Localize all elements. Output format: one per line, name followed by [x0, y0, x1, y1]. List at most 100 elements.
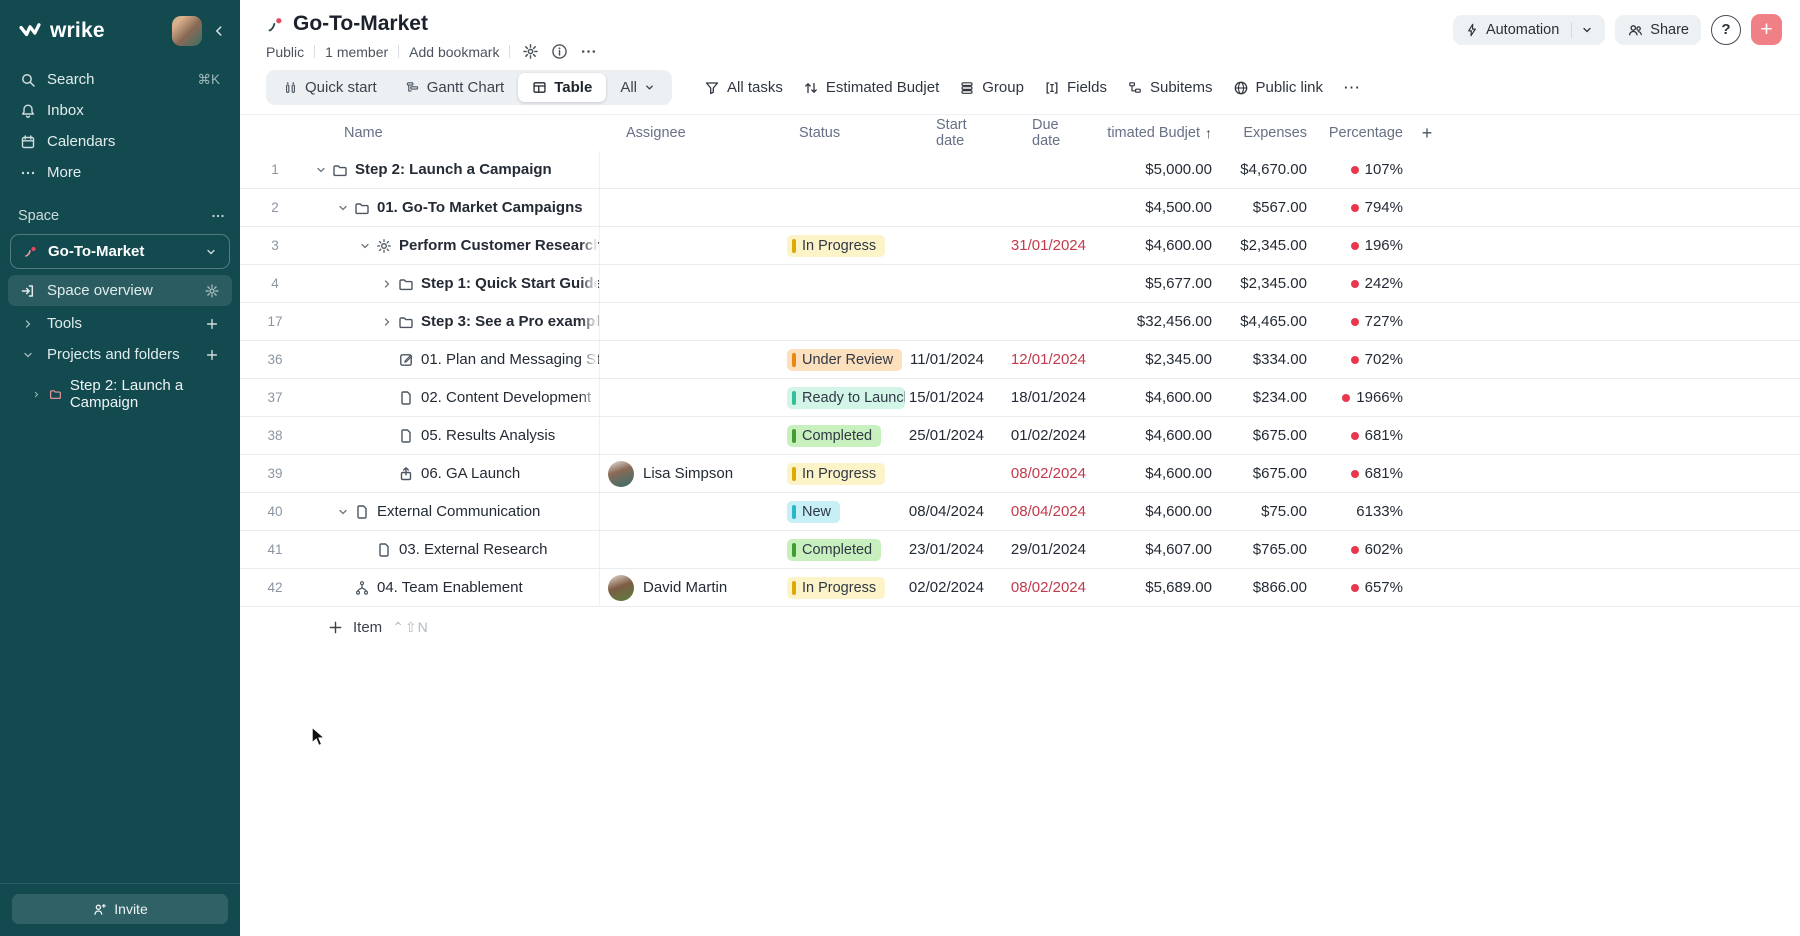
status-badge[interactable]: Completed [787, 539, 881, 561]
task-name[interactable]: 04. Team Enablement [377, 579, 523, 596]
wrike-logo[interactable]: wrike [18, 19, 172, 43]
expenses-cell[interactable]: $567.00 [1212, 189, 1307, 226]
start-date-cell[interactable] [905, 455, 1010, 492]
sidebar-item-inbox[interactable]: Inbox [8, 95, 232, 126]
table-row[interactable]: 4Step 1: Quick Start Guide$5,677.00$2,34… [240, 265, 1800, 303]
info-icon[interactable] [551, 43, 568, 60]
expand-toggle[interactable] [376, 278, 398, 290]
assignee-avatar[interactable] [608, 461, 634, 487]
share-button[interactable]: Share [1615, 15, 1701, 45]
sort-ascending-icon[interactable]: ↑ [1205, 125, 1212, 141]
start-date-cell[interactable]: 25/01/2024 [905, 417, 1010, 454]
status-cell[interactable] [780, 303, 905, 340]
status-badge[interactable]: Ready to Launch [787, 387, 905, 409]
percentage-cell[interactable]: 702% [1307, 341, 1403, 378]
task-name[interactable]: 05. Results Analysis [421, 427, 555, 444]
estimated-budget-cell[interactable]: $4,600.00 [1100, 455, 1212, 492]
assignee-cell[interactable] [600, 189, 780, 226]
estimated-budget-cell[interactable]: $4,607.00 [1100, 531, 1212, 568]
status-badge[interactable]: In Progress [787, 463, 885, 485]
view-tab-table[interactable]: Table [518, 73, 606, 102]
status-cell[interactable]: In Progress [780, 227, 905, 264]
assignee-cell[interactable] [600, 303, 780, 340]
column-header-name[interactable]: Name [310, 115, 600, 151]
expenses-cell[interactable]: $4,465.00 [1212, 303, 1307, 340]
view-tab-all[interactable]: All [606, 73, 669, 102]
status-cell[interactable] [780, 189, 905, 226]
chevron-right-icon[interactable] [381, 278, 393, 290]
table-row[interactable]: 3702. Content DevelopmentReady to Launch… [240, 379, 1800, 417]
status-cell[interactable] [780, 265, 905, 302]
table-row[interactable]: 17Step 3: See a Pro example$32,456.00$4,… [240, 303, 1800, 341]
estimated-budget-cell[interactable]: $5,689.00 [1100, 569, 1212, 606]
assignee-cell[interactable] [600, 151, 780, 188]
table-row[interactable]: 4103. External ResearchCompleted23/01/20… [240, 531, 1800, 569]
task-name[interactable]: Perform Customer Research a [399, 237, 600, 254]
toolbar-action-estimated-budjet[interactable]: Estimated Budjet [803, 79, 939, 96]
start-date-cell[interactable] [905, 227, 1010, 264]
task-name[interactable]: Step 3: See a Pro example [421, 313, 600, 330]
percentage-cell[interactable]: 6133% [1307, 493, 1403, 530]
gear-icon[interactable] [204, 283, 220, 299]
due-date-cell[interactable] [1010, 151, 1100, 188]
task-name[interactable]: 03. External Research [399, 541, 547, 558]
status-badge[interactable]: Completed [787, 425, 881, 447]
help-button[interactable]: ? [1711, 15, 1741, 45]
add-column-button[interactable]: + [1403, 115, 1451, 151]
assignee-cell[interactable] [600, 379, 780, 416]
due-date-cell[interactable]: 12/01/2024 [1010, 341, 1100, 378]
assignee-avatar[interactable] [608, 575, 634, 601]
user-avatar[interactable] [172, 16, 202, 46]
table-row[interactable]: 201. Go-To Market Campaigns$4,500.00$567… [240, 189, 1800, 227]
task-name[interactable]: Step 1: Quick Start Guide [421, 275, 600, 292]
add-project-icon[interactable] [204, 348, 220, 362]
more-actions-icon[interactable] [580, 43, 597, 60]
column-header-status[interactable]: Status [780, 115, 905, 151]
visibility-label[interactable]: Public [266, 44, 304, 60]
expand-toggle[interactable] [332, 506, 354, 518]
task-name-cell[interactable]: Step 3: See a Pro example [310, 303, 600, 340]
add-tool-icon[interactable] [204, 317, 220, 331]
view-tab-quick-start[interactable]: Quick start [269, 73, 391, 102]
status-cell[interactable]: Completed [780, 531, 905, 568]
task-name-cell[interactable]: 02. Content Development [310, 379, 600, 416]
assignee-cell[interactable] [600, 227, 780, 264]
chevron-right-icon[interactable] [32, 389, 41, 400]
estimated-budget-cell[interactable]: $4,600.00 [1100, 417, 1212, 454]
task-name-cell[interactable]: 01. Go-To Market Campaigns [310, 189, 600, 226]
table-row[interactable]: 40External CommunicationNew08/04/202408/… [240, 493, 1800, 531]
column-header-due-date[interactable]: Due date [1010, 115, 1100, 151]
task-name[interactable]: External Communication [377, 503, 540, 520]
percentage-cell[interactable]: 794% [1307, 189, 1403, 226]
estimated-budget-cell[interactable]: $2,345.00 [1100, 341, 1212, 378]
sidebar-item-tools[interactable]: Tools [8, 308, 232, 339]
expenses-cell[interactable]: $675.00 [1212, 455, 1307, 492]
task-name-cell[interactable]: Step 2: Launch a Campaign [310, 151, 600, 188]
status-badge[interactable]: In Progress [787, 577, 885, 599]
estimated-budget-cell[interactable]: $4,600.00 [1100, 379, 1212, 416]
expenses-cell[interactable]: $765.00 [1212, 531, 1307, 568]
task-name[interactable]: Step 2: Launch a Campaign [355, 161, 552, 178]
status-cell[interactable]: In Progress [780, 569, 905, 606]
status-cell[interactable]: New [780, 493, 905, 530]
toolbar-action-public-link[interactable]: Public link [1233, 79, 1324, 96]
expand-toggle[interactable] [354, 240, 376, 252]
sidebar-item-more[interactable]: More [8, 157, 232, 188]
estimated-budget-cell[interactable]: $4,500.00 [1100, 189, 1212, 226]
sidebar-project-step2[interactable]: Step 2: Launch a Campaign [8, 370, 232, 418]
table-row[interactable]: 3601. Plan and Messaging StrUnder Review… [240, 341, 1800, 379]
sidebar-item-space-overview[interactable]: Space overview [8, 275, 232, 306]
chevron-down-icon[interactable] [359, 240, 371, 252]
assignee-cell[interactable] [600, 531, 780, 568]
chevron-down-icon[interactable] [1581, 24, 1593, 36]
table-row[interactable]: 3906. GA LaunchLisa SimpsonIn Progress08… [240, 455, 1800, 493]
expenses-cell[interactable]: $4,670.00 [1212, 151, 1307, 188]
status-cell[interactable] [780, 151, 905, 188]
estimated-budget-cell[interactable]: $32,456.00 [1100, 303, 1212, 340]
table-row[interactable]: 1Step 2: Launch a Campaign$5,000.00$4,67… [240, 151, 1800, 189]
start-date-cell[interactable] [905, 151, 1010, 188]
percentage-cell[interactable]: 107% [1307, 151, 1403, 188]
due-date-cell[interactable] [1010, 189, 1100, 226]
start-date-cell[interactable]: 15/01/2024 [905, 379, 1010, 416]
due-date-cell[interactable]: 08/04/2024 [1010, 493, 1100, 530]
